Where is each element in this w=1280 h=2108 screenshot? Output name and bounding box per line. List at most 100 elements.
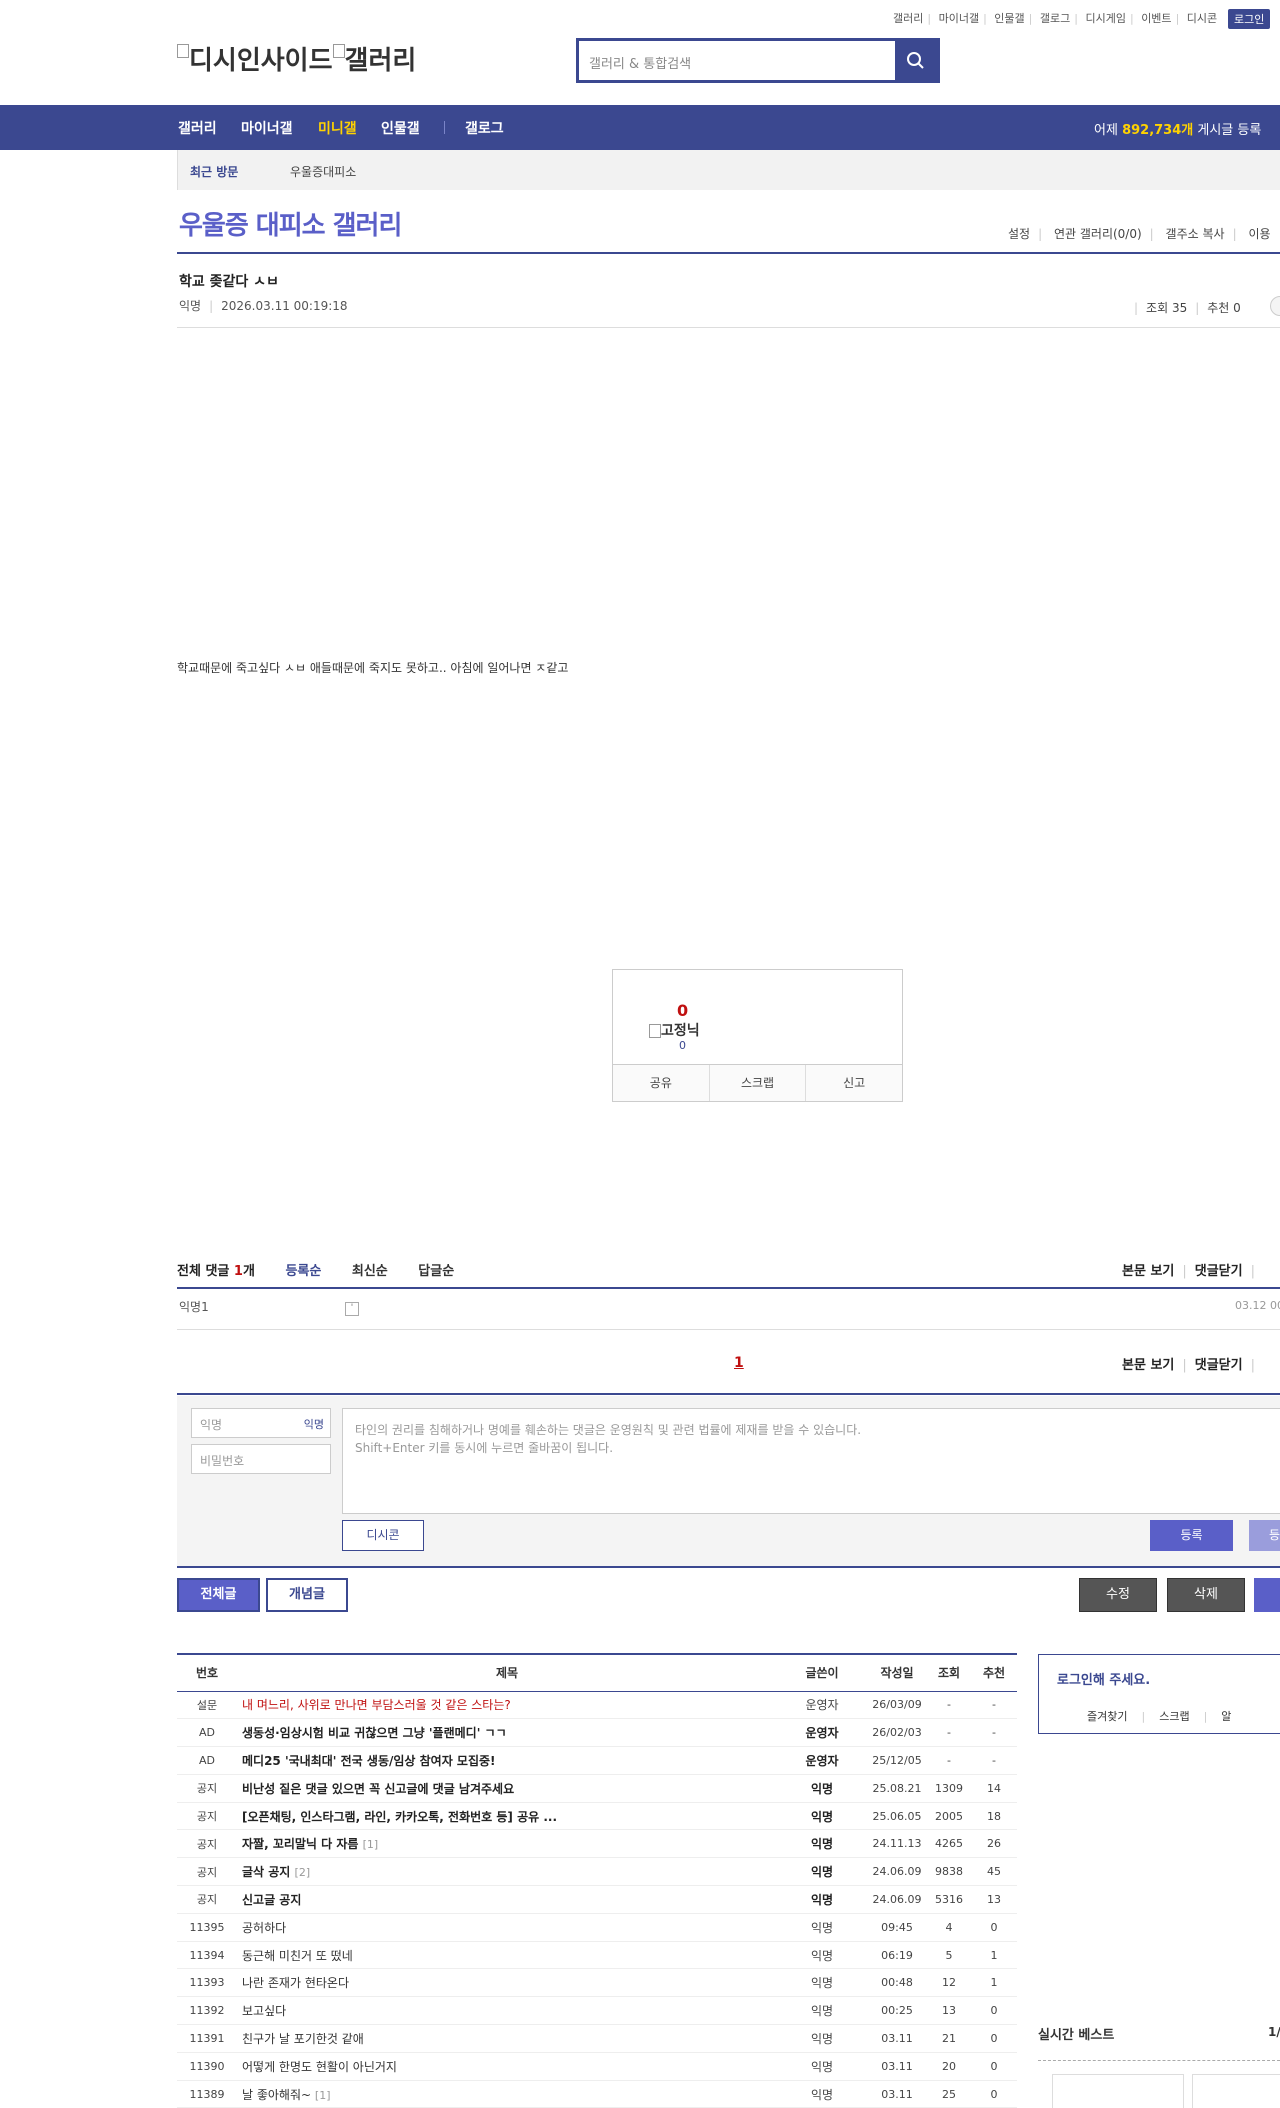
post-writer[interactable]: 익명 [777, 2024, 867, 2053]
edit-button[interactable]: 수정 [1079, 1578, 1157, 1612]
table-row[interactable]: 11389 날 좋아해줘~ [1] 익명 03.11 25 0 [177, 2080, 1017, 2108]
post-title-link[interactable]: 어떻게 한명도 현활이 아닌거지 [237, 2052, 777, 2081]
reply-count[interactable]: [2] [295, 1866, 311, 1879]
top-link-minor[interactable]: 마이너갤 [939, 12, 979, 25]
top-link-gallery[interactable]: 갤러리 [893, 12, 923, 25]
top-link-event[interactable]: 이벤트 [1141, 12, 1171, 25]
post-title-link[interactable]: 비난성 짙은 댓글 있으면 꼭 신고글에 댓글 남겨주세요 [237, 1774, 777, 1803]
post-title-link[interactable]: 나란 존재가 현타온다 [237, 1968, 777, 1998]
related-gallery-link[interactable]: 연관 갤러리(0/0) [1054, 227, 1142, 241]
post-writer[interactable]: 익명 [777, 1885, 867, 1914]
sort-registered-tab[interactable]: 등록순 [285, 1264, 321, 1279]
scrap-button[interactable]: 스크랩 [710, 1065, 807, 1101]
nav-gallog[interactable]: 갤로그 [465, 118, 504, 138]
scrap-link[interactable]: 스크랩 [1159, 1710, 1189, 1723]
table-row[interactable]: 공지 글삭 공지 [2] 익명 24.06.09 9838 45 [177, 1857, 1017, 1887]
comment-page-1[interactable]: 1 [734, 1355, 744, 1371]
nav-mini-gallery[interactable]: 미니갤 [318, 118, 357, 138]
write-button[interactable] [1254, 1578, 1280, 1612]
close-comments-link[interactable]: 댓글닫기 [1195, 1264, 1243, 1279]
fixed-nick-recommend-button[interactable]: 고정닉 [649, 1020, 700, 1040]
post-title-link[interactable]: 공허하다 [237, 1913, 777, 1942]
table-row[interactable]: 공지 신고글 공지 익명 24.06.09 5316 13 [177, 1885, 1017, 1914]
table-row[interactable]: AD 메디25 '국내최대' 전국 생동/임상 참여자 모집중! 운영자 25/12/… [177, 1746, 1017, 1775]
site-logo[interactable]: 디시인사이드 갤러리 [177, 40, 416, 77]
view-body-link[interactable]: 본문 보기 [1122, 1264, 1174, 1279]
login-prompt[interactable]: 로그인해 주세요. [1057, 1669, 1150, 1688]
post-writer[interactable]: 익명 [777, 2052, 867, 2081]
concept-posts-button[interactable]: 개념글 [266, 1578, 348, 1612]
alarm-link[interactable]: 알 [1221, 1710, 1231, 1723]
post-title-link[interactable]: 메디25 '국내최대' 전국 생동/임상 참여자 모집중! [237, 1746, 777, 1775]
post-title-link[interactable]: 동근해 미친거 또 떴네 [237, 1941, 777, 1970]
gallery-title[interactable]: 우울증 대피소 갤러리 [179, 205, 402, 242]
delete-button[interactable]: 삭제 [1167, 1578, 1245, 1612]
share-toggle[interactable] [1270, 296, 1280, 316]
post-title-link[interactable]: 생동성·임상시험 비교 귀찮으면 그냥 '플랜메디' ㄱㄱ [237, 1718, 777, 1748]
post-writer[interactable]: 익명 [777, 1968, 867, 1998]
nav-person-gallery[interactable]: 인물갤 [381, 118, 420, 138]
post-title-link[interactable]: [오픈채팅, 인스타그램, 라인, 카카오톡, 전화번호 등] 공유 ... [237, 1802, 777, 1831]
comment-submit-with-button[interactable]: 등록 [1249, 1520, 1280, 1551]
post-writer[interactable]: 익명 [777, 1941, 867, 1970]
post-title-link[interactable]: 내 며느리, 사위로 만나면 부담스러울 것 같은 스타는? [237, 1691, 777, 1720]
post-title-link[interactable]: 글삭 공지 [2] [237, 1857, 777, 1887]
post-title-link[interactable]: 날 좋아해줘~ [1] [237, 2080, 777, 2108]
post-writer[interactable]: 운영자 [777, 1691, 867, 1720]
search-button[interactable] [895, 41, 937, 80]
dccon-button[interactable]: 디시콘 [342, 1520, 424, 1551]
table-row[interactable]: 11395 공허하다 익명 09:45 4 0 [177, 1913, 1017, 1942]
post-writer[interactable]: 익명 [777, 1829, 867, 1859]
best-card[interactable] [1192, 2074, 1280, 2108]
top-link-gallog[interactable]: 갤로그 [1040, 12, 1070, 25]
reply-count[interactable]: [1] [315, 2089, 331, 2102]
table-row[interactable]: 공지 비난성 짙은 댓글 있으면 꼭 신고글에 댓글 남겨주세요 익명 25.08.2… [177, 1774, 1017, 1803]
top-link-dccon[interactable]: 디시콘 [1187, 12, 1217, 25]
top-link-person[interactable]: 인물갤 [994, 12, 1024, 25]
nickname-input[interactable]: 익명 익명 [191, 1408, 331, 1438]
table-row[interactable]: AD 생동성·임상시험 비교 귀찮으면 그냥 '플랜메디' ㄱㄱ 운영자 26/02/… [177, 1718, 1017, 1748]
login-button[interactable]: 로그인 [1228, 9, 1271, 29]
table-row[interactable]: 공지 자짤, 꼬리말닉 다 자름 [1] 익명 24.11.13 4265 26 [177, 1829, 1017, 1859]
usage-link[interactable]: 이용 [1248, 227, 1270, 241]
post-writer[interactable]: 익명 [777, 1857, 867, 1887]
post-title-link[interactable]: 친구가 날 포기한것 같애 [237, 2024, 777, 2053]
table-row[interactable]: 11390 어떻게 한명도 현활이 아닌거지 익명 03.11 20 0 [177, 2052, 1017, 2081]
table-row[interactable]: 11394 동근해 미친거 또 떴네 익명 06:19 5 1 [177, 1941, 1017, 1970]
reply-count[interactable]: [1] [363, 1838, 379, 1851]
sort-reply-tab[interactable]: 답글순 [418, 1264, 454, 1279]
post-writer[interactable]: 익명 [777, 1802, 867, 1831]
post-title-link[interactable]: 보고싶다 [237, 1996, 777, 2026]
recent-visit-label[interactable]: 최근 방문 [190, 163, 238, 180]
comment-author[interactable]: 익명1 [179, 1298, 209, 1315]
post-writer[interactable]: 익명 [777, 2080, 867, 2108]
post-title-link[interactable]: 신고글 공지 [237, 1885, 777, 1914]
post-writer[interactable]: 익명 [777, 1774, 867, 1803]
nav-gallery[interactable]: 갤러리 [178, 118, 217, 138]
post-writer[interactable]: 익명 [777, 1913, 867, 1942]
report-button[interactable]: 신고 [806, 1065, 902, 1101]
nav-minor-gallery[interactable]: 마이너갤 [241, 118, 293, 138]
post-title-link[interactable]: 자짤, 꼬리말닉 다 자름 [1] [237, 1829, 777, 1859]
best-card[interactable] [1052, 2074, 1184, 2108]
close-comments-link-bottom[interactable]: 댓글닫기 [1195, 1358, 1243, 1373]
favorites-link[interactable]: 즐겨찾기 [1087, 1710, 1127, 1723]
all-posts-button[interactable]: 전체글 [177, 1578, 260, 1612]
post-writer[interactable]: 운영자 [777, 1746, 867, 1775]
share-button[interactable]: 공유 [613, 1065, 710, 1101]
recent-visit-item[interactable]: 우울증대피소 [290, 163, 356, 180]
gallery-settings-link[interactable]: 설정 [1008, 227, 1030, 241]
sort-latest-tab[interactable]: 최신순 [352, 1264, 388, 1279]
table-row[interactable]: 11391 친구가 날 포기한것 같애 익명 03.11 21 0 [177, 2024, 1017, 2053]
table-row[interactable]: 11392 보고싶다 익명 00:25 13 0 [177, 1996, 1017, 2026]
search-input[interactable]: 갤러리 & 통합검색 [589, 53, 691, 72]
post-author[interactable]: 익명 [179, 299, 201, 313]
view-body-link-bottom[interactable]: 본문 보기 [1122, 1358, 1174, 1373]
post-writer[interactable]: 운영자 [777, 1718, 867, 1748]
post-writer[interactable]: 익명 [777, 1996, 867, 2026]
copy-address-link[interactable]: 갤주소 복사 [1166, 227, 1225, 241]
table-row[interactable]: 공지 [오픈채팅, 인스타그램, 라인, 카카오톡, 전화번호 등] 공유 ...… [177, 1802, 1017, 1831]
comment-submit-button[interactable]: 등록 [1150, 1520, 1233, 1551]
comment-textarea[interactable]: 타인의 권리를 침해하거나 명예를 훼손하는 댓글은 운영원칙 및 관련 법률에… [342, 1408, 1280, 1514]
table-row[interactable]: 설문 내 며느리, 사위로 만나면 부담스러울 것 같은 스타는? 운영자 26/03… [177, 1691, 1017, 1720]
